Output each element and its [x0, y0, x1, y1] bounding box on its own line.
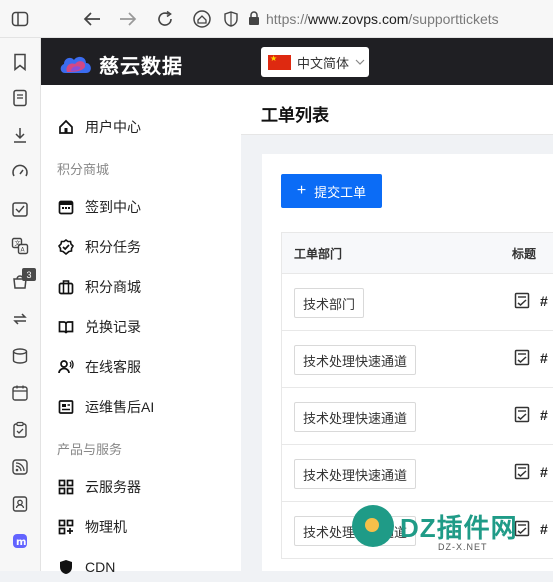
sidebar-group-products: 产品与服务	[57, 442, 123, 457]
page-title: 工单列表	[261, 106, 329, 125]
watermark-text: DZ插件网	[400, 512, 518, 543]
watermark-logo: DZ插件网	[352, 505, 518, 547]
lock-icon[interactable]	[248, 11, 260, 26]
browser-sidebar: 文A 3 m	[0, 38, 41, 571]
sidebar-item-ai[interactable]: 运维售后AI	[57, 392, 154, 422]
table-row[interactable]: 技术处理快速通道 #	[281, 445, 553, 502]
grid-plus-icon	[57, 518, 75, 536]
database-icon[interactable]	[8, 344, 32, 368]
calendar-icon[interactable]	[8, 381, 32, 405]
ticket-edit-icon	[514, 349, 531, 371]
notification-badge: 3	[22, 268, 36, 281]
forward-icon[interactable]	[116, 7, 140, 31]
column-header-department: 工单部门	[294, 246, 343, 261]
sidebar-item-label: 积分任务	[85, 239, 141, 255]
clipboard-icon[interactable]	[8, 418, 32, 442]
home-icon	[57, 118, 75, 136]
home-icon[interactable]	[190, 7, 214, 31]
plus-icon: +	[296, 182, 307, 199]
department-tag: 技术处理快速通道	[294, 459, 417, 489]
customer-service-icon	[57, 358, 75, 376]
department-tag: 技术处理快速通道	[294, 345, 417, 375]
sidebar-item-user-center[interactable]: 用户中心	[57, 112, 141, 142]
document-icon	[57, 398, 75, 416]
url-path: /supporttickets	[408, 10, 499, 27]
column-header-title: 标题	[512, 246, 537, 261]
shield-icon	[57, 558, 75, 576]
book-icon	[57, 318, 75, 336]
sidebar-item-label: 签到中心	[85, 199, 141, 215]
badge-check-icon	[57, 238, 75, 256]
content-header: 工单列表	[241, 85, 553, 135]
table-row[interactable]: 技术处理快速通道 #	[281, 331, 553, 388]
url-text: https://www.zovps.com/supporttickets	[266, 11, 499, 27]
ticket-edit-icon	[514, 463, 531, 485]
china-flag-icon	[268, 54, 291, 70]
translate-icon[interactable]: 文A	[8, 234, 32, 258]
site-sidebar: 用户中心 积分商城 签到中心 积分任务 积分商城 兑换记录 在线客服 运维售后A…	[41, 85, 241, 575]
sidebar-item-physical[interactable]: 物理机	[57, 512, 127, 542]
sidebar-item-support[interactable]: 在线客服	[57, 352, 141, 382]
sidebar-item-label: 运维售后AI	[85, 399, 155, 415]
back-icon[interactable]	[80, 7, 104, 31]
ticket-edit-icon	[514, 292, 531, 314]
url-host: www.zovps.com	[308, 10, 409, 27]
department-tag: 技术处理快速通道	[294, 402, 417, 432]
performance-icon[interactable]	[8, 160, 32, 184]
chevron-down-icon	[355, 56, 365, 68]
brand-logo[interactable]: 慈云数据	[59, 50, 183, 79]
bookmark-icon[interactable]	[8, 50, 32, 74]
shield-icon[interactable]	[224, 10, 238, 27]
grid-icon	[57, 478, 75, 496]
sidebar-item-label: CDN	[85, 559, 116, 575]
sidebar-item-label: 云服务器	[85, 479, 141, 495]
ticket-edit-icon	[514, 406, 531, 428]
submit-ticket-button[interactable]: + 提交工单	[281, 174, 382, 208]
table-row[interactable]: 技术部门 #	[281, 274, 553, 331]
brand-name: 慈云数据	[99, 56, 183, 78]
sidebar-group-points: 积分商城	[57, 162, 110, 177]
department-tag: 技术部门	[294, 288, 365, 318]
sidebar-item-label: 兑换记录	[85, 319, 141, 335]
sidebar-item-cloud[interactable]: 云服务器	[57, 472, 141, 502]
table-header: 工单部门 标题	[281, 232, 553, 274]
sidebar-toggle-icon[interactable]	[8, 7, 32, 31]
sidebar-item-mall[interactable]: 积分商城	[57, 272, 141, 302]
reading-list-icon[interactable]	[8, 86, 32, 110]
ticket-id[interactable]: #	[540, 293, 548, 309]
mastodon-icon[interactable]: m	[8, 529, 32, 553]
submit-ticket-label: 提交工单	[314, 184, 367, 200]
contact-icon[interactable]	[8, 492, 32, 516]
ticket-id[interactable]: #	[540, 350, 548, 366]
table-row[interactable]: 技术处理快速通道 #	[281, 388, 553, 445]
briefcase-icon	[57, 278, 75, 296]
ticket-id[interactable]: #	[540, 407, 548, 423]
sidebar-item-tasks[interactable]: 积分任务	[57, 232, 141, 262]
ticket-id[interactable]: #	[540, 521, 548, 537]
sync-icon[interactable]	[8, 307, 32, 331]
svg-text:m: m	[16, 537, 26, 548]
language-selector[interactable]: 中文简体	[261, 47, 369, 77]
sidebar-item-label: 在线客服	[85, 359, 141, 375]
sidebar-item-redeem[interactable]: 兑换记录	[57, 312, 141, 342]
sidebar-item-label: 积分商城	[85, 279, 141, 295]
browser-toolbar: https://www.zovps.com/supporttickets	[0, 0, 553, 38]
watermark-icon	[352, 505, 394, 547]
watermark-subtext: DZ-X.NET	[438, 542, 488, 552]
rss-icon[interactable]	[8, 455, 32, 479]
sidebar-item-cdn[interactable]: CDN	[57, 552, 115, 582]
sidebar-item-label: 物理机	[85, 519, 127, 535]
sidebar-item-label: 用户中心	[85, 119, 141, 135]
calendar-icon	[57, 198, 75, 216]
language-label: 中文简体	[297, 55, 350, 71]
ticket-id[interactable]: #	[540, 464, 548, 480]
refresh-icon[interactable]	[153, 7, 177, 31]
url-scheme: https://	[266, 10, 309, 27]
task-icon[interactable]	[8, 197, 32, 221]
sidebar-item-checkin[interactable]: 签到中心	[57, 192, 141, 222]
address-bar[interactable]: https://www.zovps.com/supporttickets	[224, 5, 553, 32]
site-header: 慈云数据 中文简体	[41, 38, 553, 85]
cloud-logo-icon	[60, 56, 91, 73]
download-icon[interactable]	[8, 123, 32, 147]
